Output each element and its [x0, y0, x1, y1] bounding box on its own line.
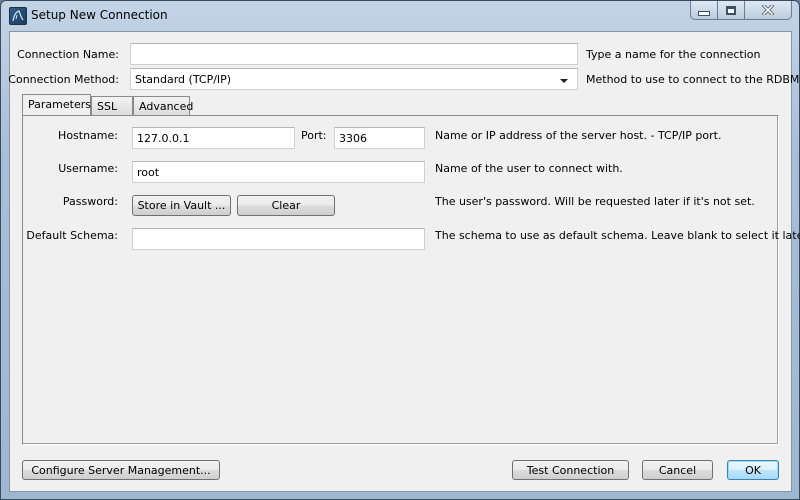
maximize-button[interactable] — [718, 1, 745, 20]
connection-name-hint: Type a name for the connection — [586, 48, 761, 61]
password-hint: The user's password. Will be requested l… — [435, 195, 755, 208]
username-label: Username: — [58, 162, 118, 175]
configure-server-management-button[interactable]: Configure Server Management... — [22, 460, 220, 480]
username-input[interactable]: root — [132, 161, 425, 183]
mysql-workbench-icon — [9, 7, 27, 25]
chevron-down-icon — [560, 79, 568, 83]
caption-buttons — [690, 1, 792, 21]
ok-button[interactable]: OK — [727, 460, 779, 480]
setup-connection-dialog: Setup New Connection Connection Name: Ty… — [0, 0, 800, 500]
clear-password-button[interactable]: Clear — [237, 195, 335, 216]
close-icon — [762, 5, 774, 15]
title-bar[interactable]: Setup New Connection — [1, 1, 799, 31]
default-schema-label: Default Schema: — [26, 229, 118, 242]
port-input[interactable]: 3306 — [334, 127, 425, 149]
dialog-client-area: Connection Name: Type a name for the con… — [8, 31, 800, 492]
connection-name-input[interactable] — [130, 43, 578, 65]
hostname-input[interactable]: 127.0.0.1 — [132, 127, 295, 149]
password-label: Password: — [62, 195, 118, 208]
test-connection-button[interactable]: Test Connection — [512, 460, 629, 480]
tab-parameters[interactable]: Parameters — [22, 94, 91, 115]
connection-method-label: Connection Method: — [8, 73, 119, 86]
store-in-vault-button[interactable]: Store in Vault ... — [132, 195, 231, 216]
connection-method-hint: Method to use to connect to the RDBMS — [586, 73, 800, 86]
username-hint: Name of the user to connect with. — [435, 162, 623, 175]
hostname-hint: Name or IP address of the server host. -… — [435, 129, 722, 142]
parameters-panel: Hostname: 127.0.0.1 Port: 3306 Name or I… — [22, 115, 800, 445]
default-schema-input[interactable] — [132, 228, 425, 250]
tab-advanced[interactable]: Advanced — [133, 96, 193, 115]
default-schema-hint: The schema to use as default schema. Lea… — [435, 229, 800, 242]
close-button[interactable] — [745, 1, 792, 20]
connection-name-label: Connection Name: — [17, 48, 119, 61]
port-label: Port: — [301, 129, 327, 142]
cancel-button[interactable]: Cancel — [642, 460, 713, 480]
window-title: Setup New Connection — [31, 8, 168, 22]
maximize-icon — [726, 5, 736, 15]
minimize-icon — [698, 10, 710, 16]
connection-method-value: Standard (TCP/IP) — [135, 72, 232, 86]
minimize-button[interactable] — [690, 1, 718, 20]
connection-method-select[interactable]: Standard (TCP/IP) — [130, 68, 578, 90]
tab-ssl[interactable]: SSL — [91, 96, 133, 115]
hostname-label: Hostname: — [58, 129, 118, 142]
